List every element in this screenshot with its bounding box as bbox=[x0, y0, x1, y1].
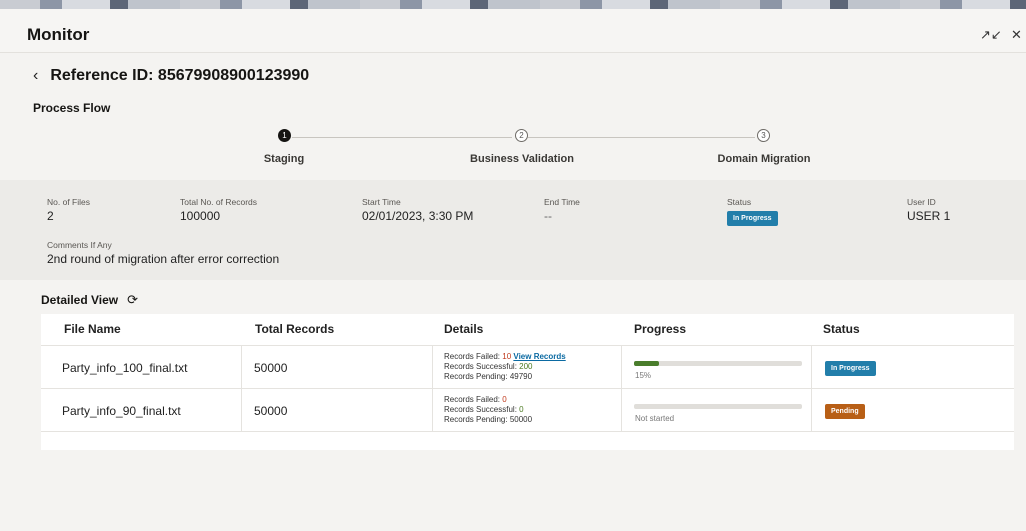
step-label-business-validation[interactable]: Business Validation bbox=[470, 153, 574, 165]
column-header-file-name[interactable]: File Name bbox=[64, 314, 121, 345]
records-label: Total No. of Records bbox=[180, 197, 258, 207]
view-records-link[interactable]: View Records bbox=[513, 352, 565, 361]
column-header-status[interactable]: Status bbox=[823, 314, 860, 345]
records-pending-label: Records Pending: bbox=[444, 415, 510, 424]
refresh-icon[interactable]: ⟳ bbox=[127, 292, 138, 308]
file-name-cell: Party_info_90_final.txt bbox=[62, 404, 181, 418]
summary-panel: No. of Files 2 Total No. of Records 1000… bbox=[0, 180, 1026, 280]
column-header-total-records[interactable]: Total Records bbox=[255, 314, 334, 345]
records-successful-label: Records Successful: bbox=[444, 405, 520, 414]
summary-start-time: Start Time 02/01/2023, 3:30 PM bbox=[362, 197, 473, 223]
summary-files: No. of Files 2 bbox=[47, 197, 90, 223]
close-icon[interactable]: ✕ bbox=[1011, 27, 1022, 43]
end-time-label: End Time bbox=[544, 197, 580, 207]
column-divider bbox=[811, 389, 812, 432]
step-marker-business-validation: 2 bbox=[515, 129, 528, 142]
files-value: 2 bbox=[47, 209, 54, 223]
records-successful-value: 0 bbox=[519, 405, 524, 414]
step-label-staging[interactable]: Staging bbox=[264, 153, 304, 165]
user-id-value: USER 1 bbox=[907, 209, 951, 223]
status-badge: Pending bbox=[825, 404, 865, 419]
progress-bar bbox=[634, 361, 802, 366]
total-records-cell: 50000 bbox=[254, 404, 288, 418]
header-bar: Monitor ↗↙ ✕ bbox=[0, 9, 1026, 53]
records-pending-value: 50000 bbox=[509, 415, 533, 424]
comments-value: 2nd round of migration after error corre… bbox=[47, 252, 280, 266]
start-time-label: Start Time bbox=[362, 197, 401, 207]
progress-bar bbox=[634, 404, 802, 409]
step-label-domain-migration[interactable]: Domain Migration bbox=[718, 153, 811, 165]
minimize-icon[interactable]: ↗↙ bbox=[980, 27, 1002, 43]
records-pending-label: Records Pending: bbox=[444, 372, 510, 381]
column-header-progress[interactable]: Progress bbox=[634, 314, 686, 345]
column-divider bbox=[621, 389, 622, 432]
comments-label: Comments If Any bbox=[47, 240, 112, 250]
process-stepper: 1 Staging 2 Business Validation 3 Domain… bbox=[0, 129, 1026, 179]
step-connector bbox=[292, 137, 512, 138]
total-records-cell: 50000 bbox=[254, 361, 288, 375]
table-row[interactable]: Party_info_90_final.txt 50000 Records Fa… bbox=[41, 388, 1014, 432]
summary-user: User ID USER 1 bbox=[907, 197, 950, 223]
records-successful-label: Records Successful: bbox=[444, 362, 520, 371]
table-row[interactable]: Party_info_100_final.txt 50000 Records F… bbox=[41, 345, 1014, 389]
details-cell: Records Failed: 10 View Records Records … bbox=[444, 352, 566, 382]
row-status: In Progress bbox=[825, 359, 876, 376]
step-connector bbox=[528, 137, 755, 138]
column-divider bbox=[621, 346, 622, 389]
detailed-view-title: Detailed View bbox=[41, 293, 119, 307]
summary-records: Total No. of Records 100000 bbox=[180, 197, 257, 223]
detailed-view-table: File Name Total Records Details Progress… bbox=[41, 314, 1014, 450]
records-value: 100000 bbox=[180, 209, 221, 223]
details-cell: Records Failed: 0 Records Successful: 0 … bbox=[444, 395, 532, 425]
progress-text: 15% bbox=[635, 371, 652, 380]
table-footer bbox=[41, 431, 1014, 451]
app-title: Monitor bbox=[27, 25, 90, 44]
status-badge: In Progress bbox=[727, 211, 778, 226]
files-label: No. of Files bbox=[47, 197, 90, 207]
top-banner-strip bbox=[0, 0, 1026, 9]
step-marker-domain-migration: 3 bbox=[757, 129, 770, 142]
records-failed-value: 10 bbox=[502, 352, 512, 361]
row-status: Pending bbox=[825, 402, 865, 419]
status-badge: In Progress bbox=[825, 361, 876, 376]
end-time-value: -- bbox=[544, 209, 552, 223]
column-divider bbox=[432, 346, 433, 389]
column-header-details[interactable]: Details bbox=[444, 314, 483, 345]
column-divider bbox=[241, 389, 242, 432]
records-failed-label: Records Failed: bbox=[444, 395, 503, 404]
records-successful-value: 200 bbox=[519, 362, 533, 371]
column-divider bbox=[432, 389, 433, 432]
process-flow-title: Process Flow bbox=[33, 101, 111, 115]
step-marker-staging: 1 bbox=[278, 129, 291, 142]
reference-header: ‹ Reference ID: 85679908900123990 bbox=[33, 67, 309, 85]
summary-comments: Comments If Any 2nd round of migration a… bbox=[47, 240, 279, 266]
records-pending-value: 49790 bbox=[509, 372, 533, 381]
records-failed-label: Records Failed: bbox=[444, 352, 503, 361]
detailed-view-header: Detailed View ⟳ bbox=[41, 292, 138, 308]
column-divider bbox=[241, 346, 242, 389]
start-time-value: 02/01/2023, 3:30 PM bbox=[362, 209, 474, 223]
progress-text: Not started bbox=[635, 414, 675, 423]
summary-end-time: End Time -- bbox=[544, 197, 580, 223]
back-chevron-icon[interactable]: ‹ bbox=[33, 67, 38, 85]
file-name-cell: Party_info_100_final.txt bbox=[62, 361, 188, 375]
records-failed-value: 0 bbox=[502, 395, 507, 404]
user-id-label: User ID bbox=[907, 197, 936, 207]
progress-bar-fill bbox=[634, 361, 660, 366]
status-label: Status bbox=[727, 197, 752, 207]
summary-status: Status In Progress bbox=[727, 197, 778, 226]
reference-title: Reference ID: 85679908900123990 bbox=[50, 67, 310, 84]
column-divider bbox=[811, 346, 812, 389]
